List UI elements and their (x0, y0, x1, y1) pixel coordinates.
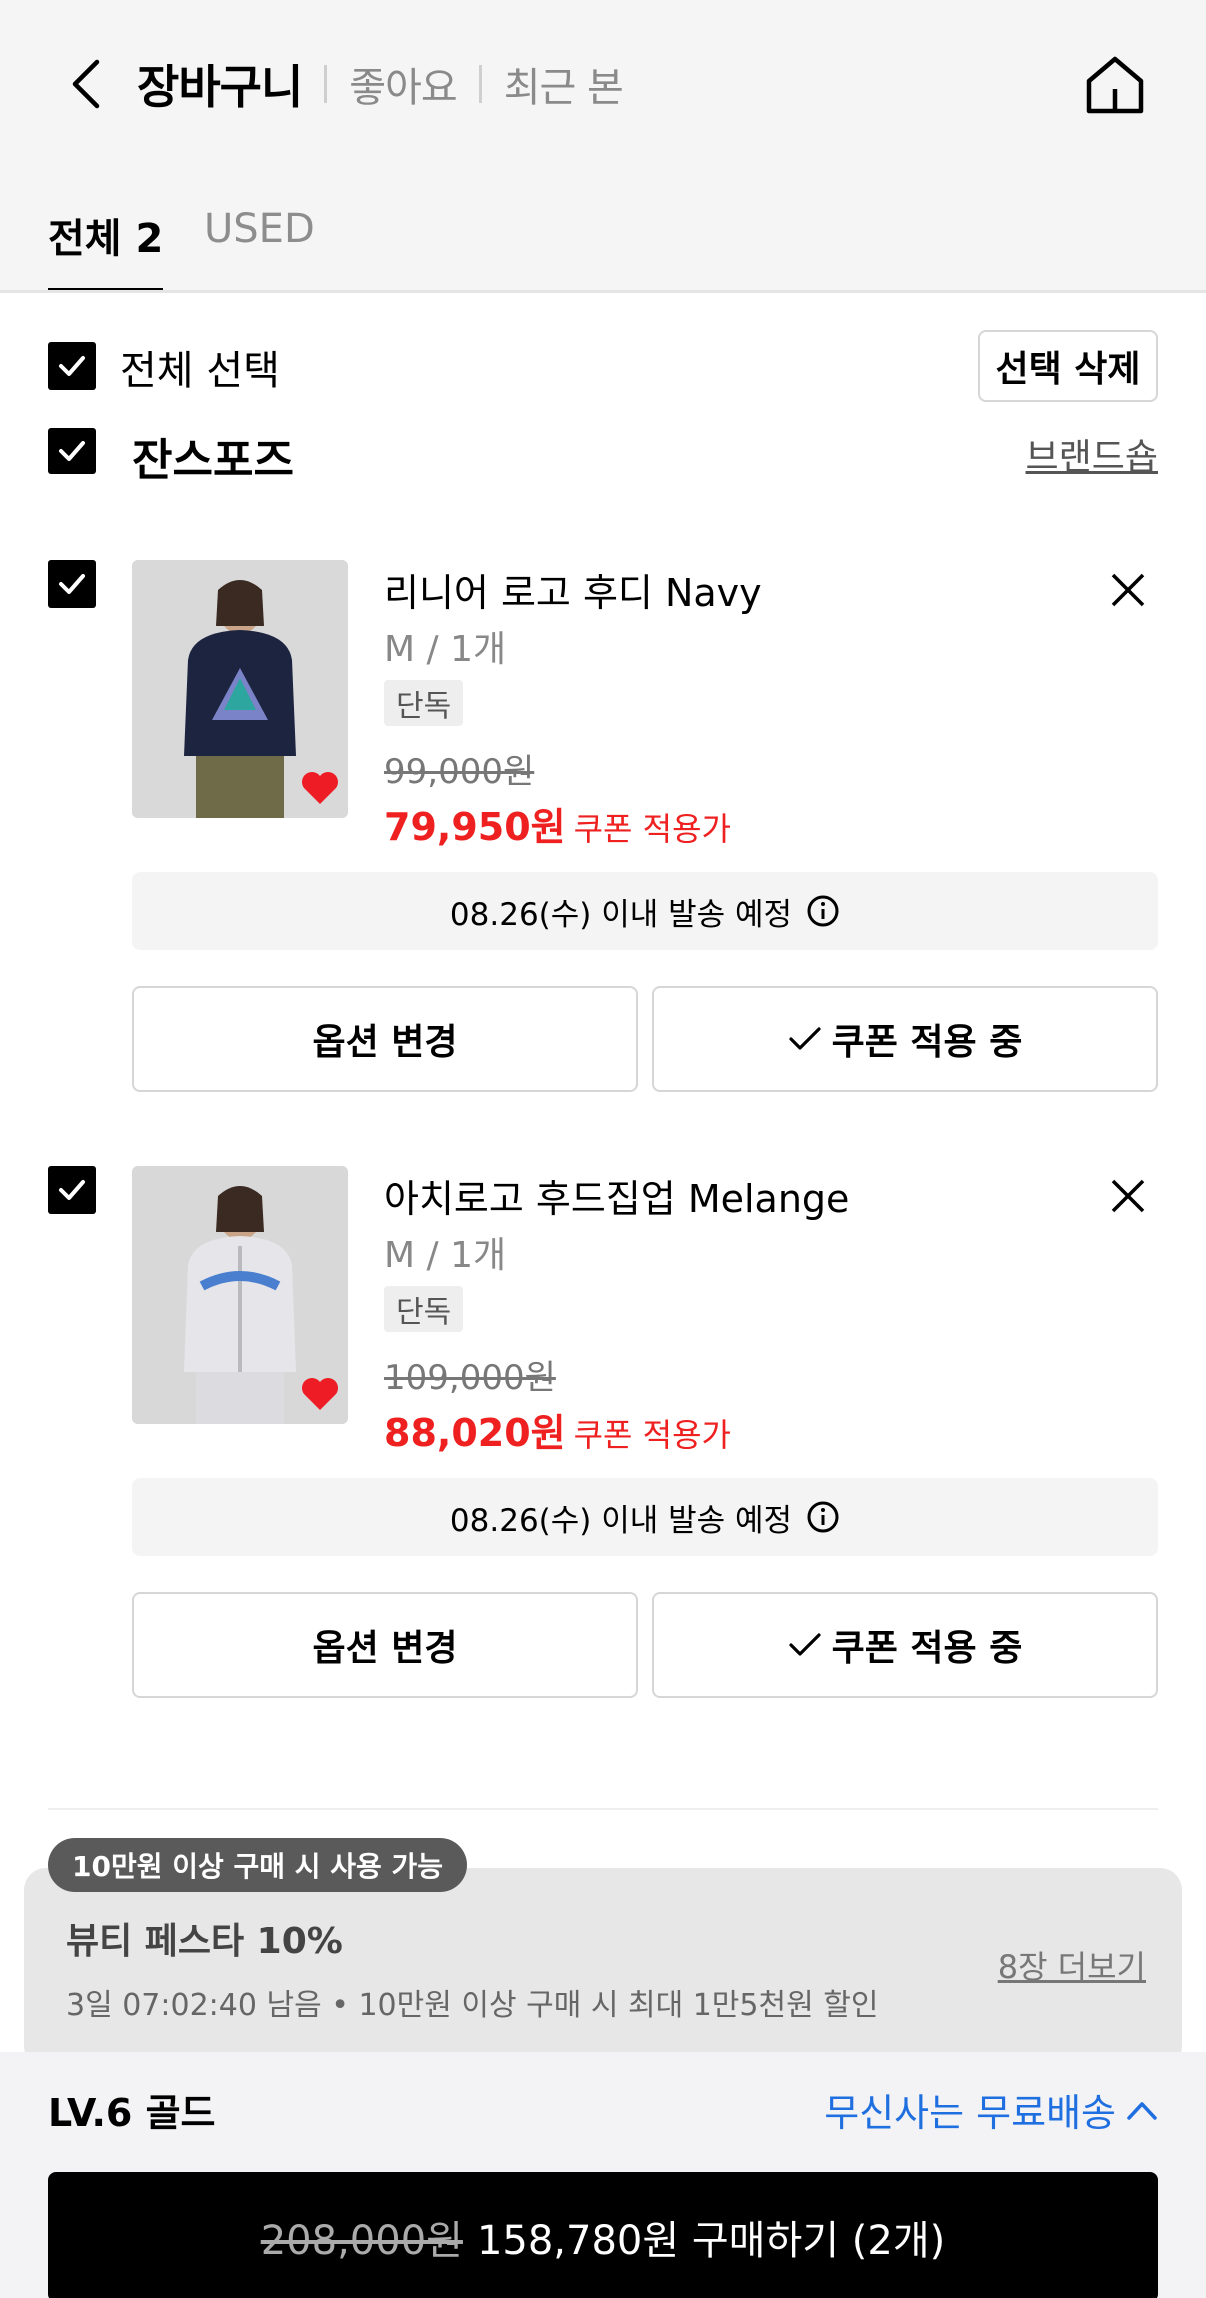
chevron-left-icon (72, 59, 100, 109)
home-icon (1086, 56, 1144, 114)
check-icon (59, 441, 85, 461)
shipping-info: 08.26(수) 이내 발송 예정 (132, 1478, 1158, 1556)
check-icon (788, 1024, 822, 1054)
header-nav: 장바구니 좋아요 최근 본 (137, 52, 624, 116)
recently-viewed-link[interactable]: 최근 본 (504, 55, 624, 113)
change-option-button[interactable]: 옵션 변경 (132, 986, 638, 1092)
tab-all[interactable]: 전체 2 (48, 190, 164, 293)
product-image[interactable] (132, 1166, 348, 1424)
member-level: LV.6 골드 (48, 2091, 216, 2135)
info-icon[interactable] (806, 894, 840, 928)
section-divider (48, 1808, 1158, 1810)
likes-link[interactable]: 좋아요 (349, 55, 457, 113)
info-icon[interactable] (806, 1500, 840, 1534)
close-icon (1111, 573, 1145, 607)
select-all-label: 전체 선택 (120, 348, 280, 394)
brand-checkbox[interactable] (48, 428, 96, 474)
free-shipping-toggle[interactable]: 무신사는 무료배송 (824, 2082, 1158, 2137)
coupon-price: 79,950원 쿠폰 적용가 (384, 796, 731, 851)
exclusive-badge: 단독 (384, 680, 464, 726)
home-button[interactable] (1078, 48, 1152, 122)
brand-shop-link[interactable]: 브랜드숍 (1026, 428, 1158, 480)
price-value: 79,950원 (384, 805, 566, 849)
like-heart-button[interactable] (300, 1376, 340, 1416)
tab-bar: 전체 2 USED (0, 190, 1206, 293)
product-name[interactable]: 리니어 로고 후디 Navy (384, 562, 762, 617)
exclusive-badge: 단독 (384, 1286, 464, 1332)
product-name[interactable]: 아치로고 후드집업 Melange (384, 1168, 849, 1223)
close-icon (1111, 1179, 1145, 1213)
original-total: 208,000원 (260, 2218, 463, 2264)
like-heart-button[interactable] (300, 770, 340, 810)
coupon-applied-button[interactable]: 쿠폰 적용 중 (652, 986, 1158, 1092)
coupon-applied-label: 쿠폰 적용 중 (831, 1022, 1023, 1063)
check-icon (59, 356, 85, 376)
product-option: M / 1개 (384, 629, 507, 670)
select-all-checkbox[interactable] (48, 342, 96, 390)
shipping-text: 08.26(수) 이내 발송 예정 (449, 896, 793, 933)
original-price: 99,000원 (384, 752, 535, 792)
shipping-text: 08.26(수) 이내 발송 예정 (449, 1502, 793, 1539)
chevron-up-icon (1126, 2099, 1158, 2121)
buy-label: 158,780원 구매하기 (2개) (476, 2218, 946, 2264)
delete-selected-button[interactable]: 선택 삭제 (978, 330, 1158, 402)
product-option: M / 1개 (384, 1235, 507, 1276)
coupon-applied-button[interactable]: 쿠폰 적용 중 (652, 1592, 1158, 1698)
product-checkbox[interactable] (48, 560, 96, 608)
coupon-condition-badge: 10만원 이상 구매 시 사용 가능 (48, 1838, 468, 1892)
original-price: 109,000원 (384, 1358, 556, 1398)
change-option-button[interactable]: 옵션 변경 (132, 1592, 638, 1698)
page-title: 장바구니 (137, 60, 303, 114)
price-value: 88,020원 (384, 1411, 566, 1455)
check-icon (59, 574, 85, 594)
heart-icon (302, 1378, 338, 1410)
shipping-info: 08.26(수) 이내 발송 예정 (132, 872, 1158, 950)
product-image[interactable] (132, 560, 348, 818)
remove-item-button[interactable] (1104, 1172, 1152, 1220)
heart-icon (302, 772, 338, 804)
brand-name: 잔스포즈 (132, 435, 294, 486)
free-shipping-label: 무신사는 무료배송 (824, 2091, 1116, 2135)
coupon-more-link[interactable]: 8장 더보기 (998, 1942, 1146, 1988)
nav-divider (324, 65, 328, 103)
product-checkbox[interactable] (48, 1166, 96, 1214)
tabs-divider (0, 290, 1206, 293)
coupon-price: 88,020원 쿠폰 적용가 (384, 1402, 731, 1457)
coupon-title: 뷰티 페스타 10% (66, 1921, 343, 1962)
check-icon (788, 1630, 822, 1660)
coupon-applied-label: 쿠폰 적용 중 (831, 1628, 1023, 1669)
back-button[interactable] (58, 52, 114, 116)
coupon-description: 3일 07:02:40 남음 • 10만원 이상 구매 시 최대 1만5천원 할… (66, 1988, 879, 2023)
check-icon (59, 1180, 85, 1200)
buy-button[interactable]: 208,000원 158,780원 구매하기 (2개) (48, 2172, 1158, 2298)
nav-divider (478, 65, 482, 103)
price-label: 쿠폰 적용가 (573, 810, 731, 848)
remove-item-button[interactable] (1104, 566, 1152, 614)
tab-used[interactable]: USED (204, 190, 315, 293)
price-label: 쿠폰 적용가 (573, 1416, 731, 1454)
